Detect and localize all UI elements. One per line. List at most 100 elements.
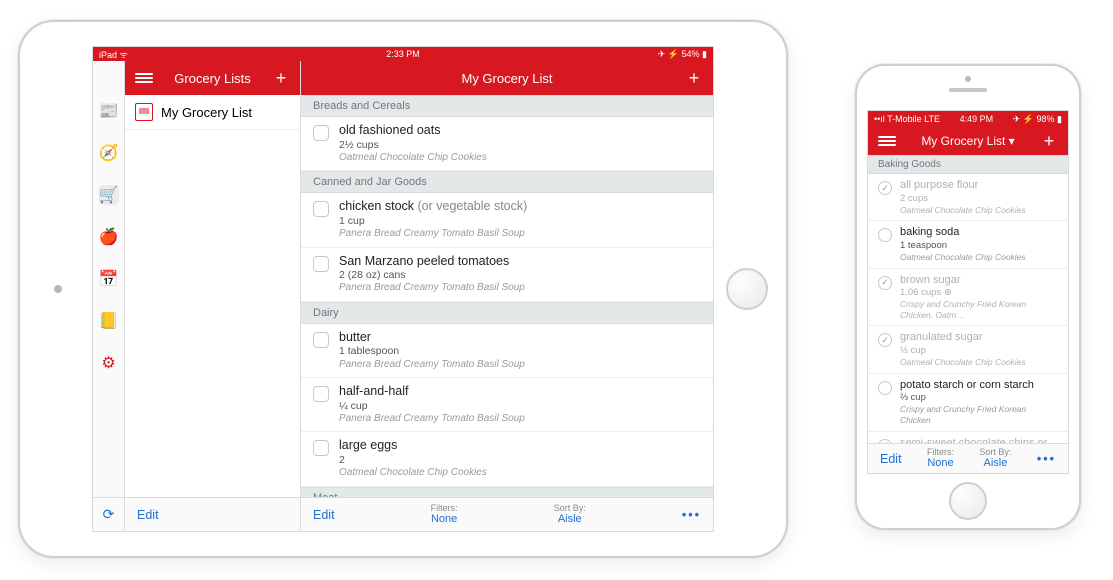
iphone-toolbar: Edit Filters: None Sort By: Aisle ••• (868, 443, 1068, 473)
grocery-item[interactable]: baking soda 1 teaspoonOatmeal Chocolate … (868, 221, 1068, 268)
status-clock: 2:33 PM (386, 49, 420, 59)
add-list-button[interactable]: + (272, 69, 290, 87)
grocery-item[interactable]: granulated sugar ½ cupOatmeal Chocolate … (868, 326, 1068, 373)
sort-control[interactable]: Sort By: Aisle (979, 448, 1011, 470)
checkbox[interactable] (878, 228, 892, 242)
filters-value: None (927, 457, 953, 469)
status-left: ••ıl T-Mobile LTE (874, 114, 940, 124)
calendar-icon[interactable]: 📅 (99, 269, 119, 289)
edit-button[interactable]: Edit (880, 452, 902, 466)
item-name: chicken stock (or vegetable stock) (339, 199, 527, 215)
item-qty: 1 teaspoon (900, 240, 1026, 252)
filters-label: Filters: (927, 448, 954, 458)
item-qty: 1 tablespoon (339, 345, 525, 358)
item-source: Oatmeal Chocolate Chip Cookies (900, 205, 1026, 216)
item-qty: 2 cups (900, 193, 1026, 205)
cook-icon[interactable]: 🍎 (99, 227, 119, 247)
iphone-header: My Grocery List ▾ + (868, 127, 1068, 155)
checkbox[interactable] (878, 333, 892, 347)
item-name: San Marzano peeled tomatoes (339, 254, 525, 270)
grocery-item[interactable]: half-and-half ¼ cupPanera Bread Creamy T… (301, 378, 713, 432)
checkbox[interactable] (878, 381, 892, 395)
grocery-items-scroll[interactable]: Breads and Cerealsold fashioned oats 2½ … (301, 95, 713, 497)
section-header: Meat (301, 487, 713, 498)
grocery-lists-title: Grocery Lists (174, 71, 251, 86)
checkbox[interactable] (313, 386, 329, 402)
grocery-list-row[interactable]: My Grocery List (125, 95, 300, 130)
status-right: ✈ ⚡ 54% ▮ (658, 49, 707, 60)
grocery-item[interactable]: San Marzano peeled tomatoes 2 (28 oz) ca… (301, 248, 713, 302)
item-source: Oatmeal Chocolate Chip Cookies (900, 357, 1026, 368)
item-qty: 2 (339, 454, 487, 467)
item-name: half-and-half (339, 384, 525, 400)
iphone-device: ••ıl T-Mobile LTE 4:49 PM ✈ ⚡ 98% ▮ My G… (855, 64, 1081, 530)
sync-toolbar: ⟳ (93, 497, 125, 531)
section-header: Baking Goods (868, 155, 1068, 174)
grocery-item[interactable]: chicken stock (or vegetable stock)1 cupP… (301, 193, 713, 247)
add-item-button[interactable]: + (685, 69, 703, 87)
section-header: Canned and Jar Goods (301, 171, 713, 193)
more-icon[interactable]: ••• (682, 508, 701, 522)
grocery-item[interactable]: large eggs 2Oatmeal Chocolate Chip Cooki… (301, 432, 713, 486)
sort-control[interactable]: Sort By: Aisle (554, 504, 586, 526)
notebook-icon[interactable]: 📒 (99, 311, 119, 331)
grocery-item[interactable]: semi-sweet chocolate chips or chocolate … (868, 432, 1068, 444)
item-qty: ½ cup (900, 345, 1026, 357)
iphone-screen: ••ıl T-Mobile LTE 4:49 PM ✈ ⚡ 98% ▮ My G… (867, 110, 1069, 474)
lists-edit-button[interactable]: Edit (137, 508, 159, 522)
menu-icon[interactable] (135, 71, 153, 85)
add-item-button[interactable]: + (1040, 132, 1058, 150)
checkbox[interactable] (313, 256, 329, 272)
grocery-item[interactable]: old fashioned oats 2½ cupsOatmeal Chocol… (301, 117, 713, 171)
grocery-item[interactable]: brown sugar 1.06 cups ⊕Crispy and Crunch… (868, 269, 1068, 327)
menu-icon[interactable] (878, 134, 896, 148)
item-name: butter (339, 330, 525, 346)
more-icon[interactable]: ••• (1037, 452, 1056, 466)
discover-icon[interactable]: 🧭 (99, 143, 119, 163)
sort-value: Aisle (558, 513, 582, 525)
grocery-item[interactable]: all purpose flour 2 cupsOatmeal Chocolat… (868, 174, 1068, 221)
checkbox[interactable] (313, 125, 329, 141)
grocery-item[interactable]: potato starch or corn starch ⅔ cupCrispy… (868, 374, 1068, 432)
status-clock: 4:49 PM (960, 114, 994, 124)
list-icon (135, 103, 153, 121)
item-source: Panera Bread Creamy Tomato Basil Soup (339, 413, 525, 426)
checkbox[interactable] (878, 181, 892, 195)
filters-control[interactable]: Filters: None (431, 504, 458, 526)
iphone-items-scroll[interactable]: all purpose flour 2 cupsOatmeal Chocolat… (868, 174, 1068, 443)
iphone-home-button[interactable] (949, 482, 987, 520)
settings-icon[interactable]: ⚙ (99, 353, 119, 373)
iphone-title[interactable]: My Grocery List ▾ (921, 134, 1014, 148)
item-name: brown sugar (900, 274, 1058, 288)
checkbox[interactable] (313, 440, 329, 456)
item-qty: 2½ cups (339, 139, 487, 152)
checkbox[interactable] (878, 276, 892, 290)
status-left: iPad ᯤ (99, 48, 128, 61)
filters-label: Filters: (431, 504, 458, 514)
today-icon[interactable]: 📰 (99, 101, 119, 121)
status-bar: iPad ᯤ 2:33 PM ✈ ⚡ 54% ▮ (93, 47, 713, 61)
checkbox[interactable] (313, 201, 329, 217)
item-name: large eggs (339, 438, 487, 454)
item-source: Panera Bread Creamy Tomato Basil Soup (339, 282, 525, 295)
item-qty: ¼ cup (339, 400, 525, 413)
sync-icon[interactable]: ⟳ (103, 506, 115, 523)
item-source: Panera Bread Creamy Tomato Basil Soup (339, 228, 527, 241)
item-source: Crispy and Crunchy Fried Korean Chicken (900, 404, 1058, 425)
checkbox[interactable] (313, 332, 329, 348)
ipad-home-button[interactable] (726, 268, 768, 310)
item-source: Panera Bread Creamy Tomato Basil Soup (339, 359, 525, 372)
filters-control[interactable]: Filters: None (927, 448, 954, 470)
item-source: Oatmeal Chocolate Chip Cookies (900, 252, 1026, 263)
ipad-camera (54, 285, 62, 293)
edit-button[interactable]: Edit (313, 508, 335, 522)
main-toolbar: Edit Filters: None Sort By: Aisle ••• (301, 497, 713, 531)
item-name: old fashioned oats (339, 123, 487, 139)
cart-icon[interactable]: 🛒 (99, 185, 119, 205)
iphone-camera (965, 76, 971, 82)
item-name: potato starch or corn starch (900, 379, 1058, 393)
grocery-main-pane: My Grocery List + Breads and Cerealsold … (301, 61, 713, 531)
grocery-item[interactable]: butter 1 tablespoonPanera Bread Creamy T… (301, 324, 713, 378)
section-header: Dairy (301, 302, 713, 324)
item-source: Crispy and Crunchy Fried Korean Chicken,… (900, 299, 1058, 320)
